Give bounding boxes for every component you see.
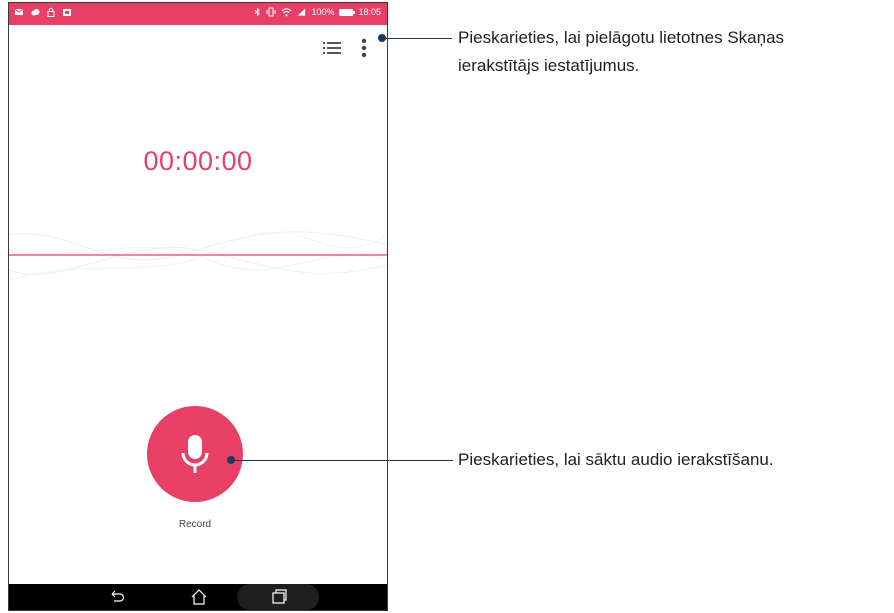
microphone-icon: [181, 435, 209, 473]
bluetooth-icon: [255, 7, 261, 17]
phone-screen: 100% 18:05 00:00:00 Record: [8, 2, 388, 611]
lock-icon: [47, 7, 55, 17]
settings-callout-text: Pieskarieties, lai pielāgotu lietotnes S…: [458, 24, 894, 80]
gallery-icon: [63, 9, 71, 16]
home-icon[interactable]: [190, 588, 208, 606]
status-bar: 100% 18:05: [9, 3, 387, 25]
record-button[interactable]: [147, 406, 243, 502]
battery-percent: 100%: [311, 7, 335, 17]
settings-callout-line1: Pieskarieties, lai pielāgotu lietotnes S…: [458, 28, 785, 47]
page: 100% 18:05 00:00:00 Record Pieskarieties…: [0, 0, 894, 613]
recent-apps-icon[interactable]: [270, 588, 288, 606]
back-icon[interactable]: [109, 588, 125, 604]
more-options-icon[interactable]: [361, 38, 367, 58]
recording-timer: 00:00:00: [143, 146, 253, 176]
status-time: 18:05: [358, 7, 381, 17]
mail-icon: [14, 8, 24, 15]
wifi-icon: [281, 8, 292, 17]
battery-icon: [339, 8, 356, 16]
vibrate-icon: [266, 7, 276, 17]
cloud-icon: [31, 9, 40, 16]
settings-callout-line: [382, 38, 452, 39]
record-callout-text: Pieskarieties, lai sāktu audio ierakstīš…: [458, 450, 774, 469]
settings-callout-line2: ierakstītājs iestatījumus.: [458, 56, 640, 75]
signal-icon: [298, 8, 306, 16]
record-callout-line: [231, 460, 453, 461]
waveform: [9, 231, 387, 281]
recordings-list-icon[interactable]: [323, 41, 341, 55]
record-label: Record: [178, 519, 212, 530]
navigation-bar: [9, 584, 387, 610]
